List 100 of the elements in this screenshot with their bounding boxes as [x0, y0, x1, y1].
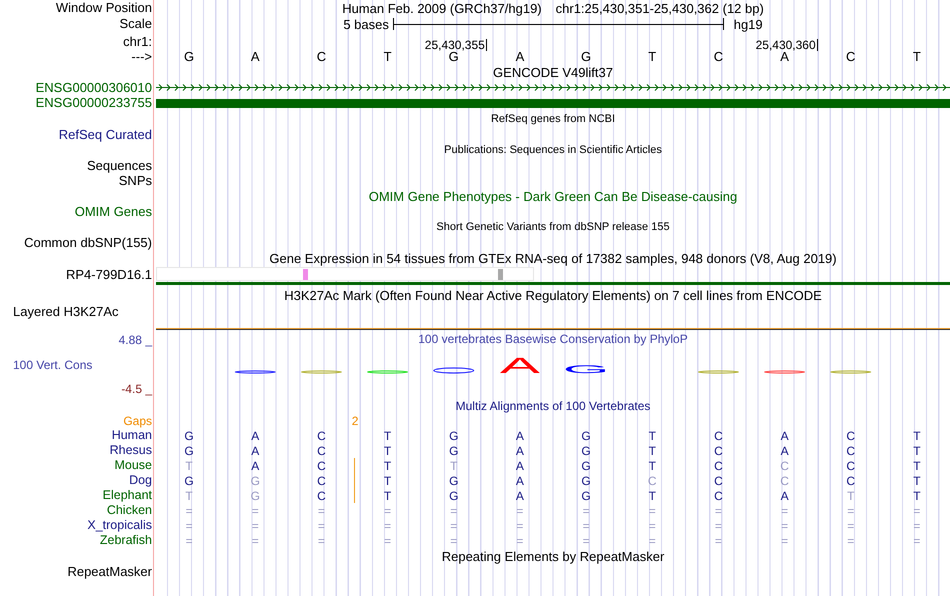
species-label: Elephant	[102, 488, 152, 503]
assembly-label: hg19	[734, 18, 763, 30]
aligned-base: =	[582, 504, 590, 516]
logo-mark	[367, 370, 408, 374]
aligned-base: G	[449, 490, 458, 502]
track-label: Gaps	[123, 414, 152, 428]
track-label: --->	[131, 49, 152, 64]
aligned-base: C	[714, 460, 723, 472]
aligned-base: C	[714, 444, 723, 456]
base-letter: G	[184, 50, 194, 63]
track-title: Gene Expression in 54 tissues from GTEx RNA-seq of 17382 samples, 948 donors (V8, Aug 2019)	[269, 251, 837, 266]
base-letter: G	[448, 50, 459, 63]
logo-mark	[830, 370, 872, 374]
aligned-base: G	[184, 444, 194, 456]
track-label: RepeatMasker	[67, 564, 152, 579]
aligned-base: =	[913, 534, 920, 546]
ruler-tick-label: 25,430,355	[424, 39, 487, 51]
logo-mark	[234, 370, 276, 374]
aligned-base: A	[516, 444, 524, 456]
aligned-base: T	[847, 490, 854, 502]
species-label: X_tropicalis	[86, 518, 152, 533]
aligned-base: G	[449, 430, 458, 442]
aligned-base: =	[913, 504, 920, 516]
aligned-base: =	[582, 520, 590, 532]
aligned-base: =	[450, 504, 458, 516]
aligned-base: =	[516, 534, 524, 546]
aligned-base: =	[781, 520, 788, 532]
aligned-base: G	[184, 474, 194, 486]
base-letter: C	[316, 50, 326, 63]
aligned-base: T	[384, 474, 392, 486]
gap-count: 2	[352, 415, 358, 427]
aligned-base: =	[384, 520, 392, 532]
aligned-base: G	[184, 430, 194, 442]
aligned-base: =	[516, 504, 524, 516]
track-label: 100 Vert. Cons	[12, 358, 92, 372]
logo-mark	[698, 370, 739, 374]
aligned-base: =	[847, 504, 854, 516]
aligned-base: =	[714, 534, 722, 546]
aligned-base: G	[581, 460, 591, 472]
track-label: Sequences	[86, 158, 152, 173]
aligned-base: G	[449, 444, 458, 456]
track-title: RefSeq genes from NCBI	[490, 113, 616, 125]
logo-letter: A	[500, 352, 540, 378]
aligned-base: T	[185, 460, 193, 472]
aligned-base: G	[581, 444, 591, 456]
aligned-base: T	[913, 444, 921, 456]
aligned-base: A	[251, 430, 260, 442]
aligned-base: =	[648, 504, 656, 516]
aligned-base: =	[714, 520, 722, 532]
aligned-base: =	[186, 520, 193, 532]
aligned-base: C	[714, 490, 723, 502]
aligned-base: =	[781, 534, 788, 546]
aligned-base: =	[252, 504, 259, 516]
position-range: chr1:25,430,351-25,430,362 (12 bp)	[556, 2, 764, 14]
aligned-base: C	[317, 474, 326, 486]
aligned-base: T	[648, 490, 656, 502]
axis-min-label: -4.5 _	[121, 382, 152, 396]
aligned-base: C	[317, 430, 326, 442]
track-label: SNPs	[118, 173, 152, 188]
aligned-base: T	[384, 444, 392, 456]
aligned-base: A	[516, 460, 524, 472]
track-label: Window Position	[56, 0, 152, 16]
species-label: Mouse	[113, 458, 152, 473]
gene-label: ENSG00000233755	[36, 95, 152, 111]
base-letter: T	[384, 50, 392, 63]
aligned-base: =	[450, 534, 458, 546]
base-letter: C	[846, 50, 856, 63]
track-label: Common dbSNP(155)	[24, 235, 152, 250]
aligned-base: A	[780, 490, 789, 502]
aligned-base: A	[780, 430, 789, 442]
species-label: Dog	[128, 473, 152, 488]
aligned-base: =	[318, 534, 325, 546]
base-letter: C	[714, 50, 724, 63]
aligned-base: =	[318, 520, 325, 532]
aligned-base: =	[252, 534, 259, 546]
aligned-base: =	[186, 534, 193, 546]
aligned-base: T	[648, 430, 656, 442]
species-label: Chicken	[106, 503, 152, 518]
aligned-base: T	[648, 460, 656, 472]
aligned-base: =	[384, 534, 392, 546]
logo-letter: G	[562, 363, 610, 376]
aligned-base: =	[781, 504, 788, 516]
aligned-base: T	[913, 490, 921, 502]
base-letter: T	[648, 50, 656, 63]
base-letter: A	[780, 50, 789, 63]
track-title: GENCODE V49lift37	[493, 64, 613, 80]
aligned-base: T	[913, 474, 921, 486]
assembly-name: Human Feb. 2009 (GRCh37/hg19)	[342, 2, 542, 14]
aligned-base: T	[913, 430, 921, 442]
species-label: Rhesus	[108, 443, 152, 458]
gene-label: ENSG00000306010	[36, 80, 152, 95]
base-letter: A	[516, 50, 524, 63]
aligned-base: G	[250, 490, 260, 502]
aligned-base: =	[186, 504, 193, 516]
aligned-base: =	[847, 520, 854, 532]
aligned-base: A	[251, 444, 260, 456]
aligned-base: C	[846, 460, 856, 472]
track-label: chr1:	[123, 33, 152, 51]
axis-max-label: 4.88 _	[118, 333, 152, 347]
aligned-base: C	[846, 474, 856, 486]
